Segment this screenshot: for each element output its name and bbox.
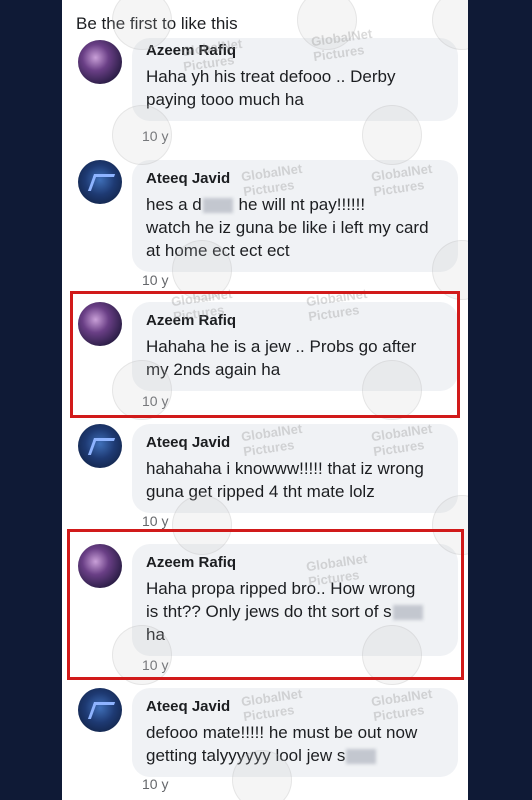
comment-text: hes a d he will nt pay!!!!!! watch he iz… — [146, 195, 429, 260]
comment-bubble: Ateeq Javid hahahaha i knowww!!!!! that … — [132, 424, 458, 513]
logo-icon — [87, 174, 116, 191]
comment-author[interactable]: Ateeq Javid — [146, 434, 444, 451]
comment-bubble: Ateeq Javid hes a d he will nt pay!!!!!!… — [132, 160, 458, 272]
avatar[interactable] — [78, 688, 122, 732]
highlight-box — [67, 529, 464, 680]
comment-text: hahahaha i knowww!!!!! that iz wrong gun… — [146, 459, 424, 501]
comment-bubble: Azeem Rafiq Haha yh his treat defooo .. … — [132, 38, 458, 121]
censor-blur — [346, 749, 377, 765]
comment-author[interactable]: Ateeq Javid — [146, 170, 444, 187]
comment-author[interactable]: Azeem Rafiq — [146, 42, 444, 59]
comment-timestamp[interactable]: 10 y — [142, 128, 168, 144]
avatar[interactable] — [78, 40, 122, 84]
logo-icon — [87, 438, 116, 455]
likes-header[interactable]: Be the first to like this — [76, 14, 238, 34]
comment-author[interactable]: Ateeq Javid — [146, 698, 444, 715]
avatar[interactable] — [78, 424, 122, 468]
comment-text: defooo mate!!!!! he must be out now gett… — [146, 723, 418, 765]
highlight-box — [70, 291, 460, 418]
comment-bubble: Ateeq Javid defooo mate!!!!! he must be … — [132, 688, 458, 777]
comment-text: Haha yh his treat defooo .. Derby paying… — [146, 67, 396, 109]
censor-blur — [202, 198, 233, 214]
comment-timestamp[interactable]: 10 y — [142, 513, 168, 529]
avatar[interactable] — [78, 160, 122, 204]
comment-timestamp[interactable]: 10 y — [142, 776, 168, 792]
comment-timestamp[interactable]: 10 y — [142, 272, 168, 288]
logo-icon — [87, 702, 116, 719]
